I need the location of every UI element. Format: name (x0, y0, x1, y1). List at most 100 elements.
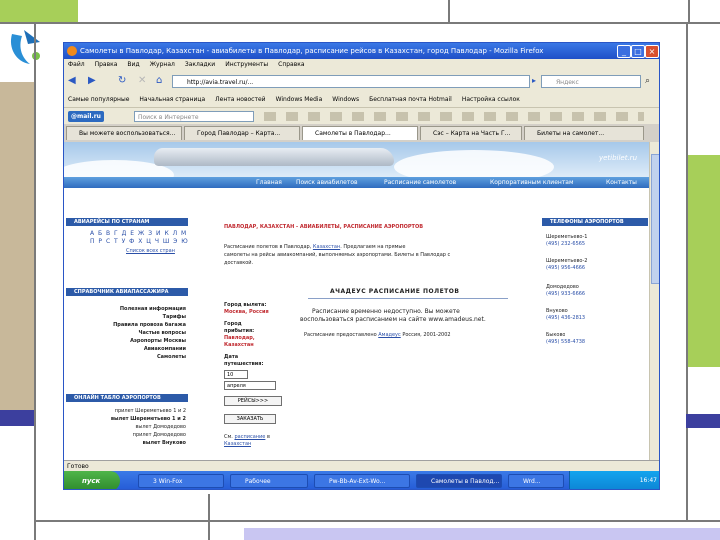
back-icon[interactable]: ◀ (68, 74, 76, 88)
section-airport-phones: ТЕЛЕФОНЫ АЭРОПОРТОВ (542, 218, 648, 226)
bookmark-news-feed[interactable]: Лента новостей (215, 96, 265, 103)
kazakhstan-link[interactable]: Казахстан (313, 244, 340, 250)
close-button[interactable]: × (645, 45, 659, 58)
start-button[interactable]: пуск (64, 471, 120, 489)
url-input[interactable]: http://avia.travel.ru/... (172, 75, 530, 88)
nav-schedule[interactable]: Расписание самолетов (384, 177, 456, 188)
note-text: См. (224, 434, 233, 440)
forward-icon[interactable]: ▶ (88, 74, 96, 88)
vertical-scrollbar[interactable] (649, 142, 659, 460)
tab-5[interactable]: Билеты на самолет... (524, 126, 644, 140)
bookmark-windows[interactable]: Windows (332, 96, 359, 103)
bookmarks-toolbar: Самые популярные Начальная страница Лента … (64, 93, 659, 107)
mailru-search-input[interactable]: Поиск в Интернете (134, 111, 254, 122)
slide-right-vline (686, 22, 688, 522)
guide-link[interactable]: Аэропорты Москвы (66, 338, 186, 345)
bookmark-windows-media[interactable]: Windows Media (276, 96, 323, 103)
tablo-link[interactable]: прилет Домодедово (66, 432, 186, 439)
tab-4[interactable]: Сэс – Карта на Часть Г... (420, 126, 522, 140)
taskbar-item[interactable]: Wrd... (508, 474, 564, 488)
to-value[interactable]: Павлодар, (224, 335, 255, 342)
guide-link[interactable]: Частые вопросы (66, 330, 186, 337)
menu-view[interactable]: Вид (127, 61, 139, 68)
menu-history[interactable]: Журнал (150, 61, 175, 68)
go-icon[interactable]: ▸ (532, 74, 536, 88)
note-text: в (266, 434, 270, 440)
taskbar-item[interactable]: 3 Win-Fox (138, 474, 224, 488)
menu-file[interactable]: Файл (68, 61, 85, 68)
menu-edit[interactable]: Правка (95, 61, 118, 68)
guide-link[interactable]: Правила провоза багажа (66, 322, 186, 329)
maximize-button[interactable]: □ (631, 45, 645, 58)
search-input[interactable]: Яндекс (541, 75, 641, 88)
airport-phone: (495) 436-2813 (546, 315, 586, 321)
tab-3-active[interactable]: Самолеты в Павлодар... (302, 126, 418, 140)
slide-bottom-line (36, 520, 720, 522)
guide-link[interactable]: Полезная информация (66, 306, 186, 313)
bookmark-customize-links[interactable]: Настройка ссылок (462, 96, 520, 103)
menu-bookmarks[interactable]: Закладки (185, 61, 215, 68)
taskbar-item-active[interactable]: Самолеты в Павлод... (416, 474, 502, 488)
minimize-button[interactable]: _ (617, 45, 631, 58)
tablo-link[interactable]: вылет Шереметьево 1 и 2 (66, 416, 186, 423)
schedule-message: воспользоваться расписанием на сайте www… (300, 316, 486, 323)
schedule-link[interactable]: расписание (234, 434, 265, 440)
slide-top-vline-b (688, 0, 690, 24)
from-value[interactable]: Москва, Россия (224, 309, 269, 316)
slide-left-tan-block (0, 82, 34, 412)
menu-tools[interactable]: Инструменты (225, 61, 268, 68)
all-countries-link[interactable]: Список всех стран (126, 248, 175, 255)
schedule-message: Расписание временно недоступно. Вы может… (312, 308, 460, 315)
taskbar-item[interactable]: Рабочее (230, 474, 308, 488)
scrollbar-thumb[interactable] (651, 154, 659, 284)
search-flights-button[interactable]: РЕЙСЫ>>> (224, 396, 282, 406)
intro-line-1: Расписание полетов в Павлодар, Казахстан… (224, 244, 518, 251)
airport-phone: (495) 956-4666 (546, 265, 586, 271)
stop-icon[interactable]: ✕ (138, 74, 146, 88)
day-select[interactable]: 10 (224, 370, 248, 379)
to-label: Город (224, 321, 242, 327)
slide-bottom-vline (208, 494, 210, 540)
nav-ticket-search[interactable]: Поиск авиабилетов (296, 177, 358, 188)
nav-corporate[interactable]: Корпоративным клиентам (490, 177, 574, 188)
bookmark-start-page[interactable]: Начальная страница (139, 96, 205, 103)
tablo-link[interactable]: прилет Шереметьево 1 и 2 (66, 408, 186, 415)
home-icon[interactable]: ⌂ (156, 74, 162, 88)
reload-icon[interactable]: ↻ (118, 74, 126, 88)
tablo-link[interactable]: вылет Внуково (66, 440, 186, 447)
nav-home[interactable]: Главная (256, 177, 282, 188)
tablo-link[interactable]: вылет Домодедово (66, 424, 186, 431)
amadeus-link[interactable]: Амадеус (378, 332, 401, 338)
airport-name: Шереметьево-1 (546, 234, 588, 240)
menu-help[interactable]: Справка (278, 61, 304, 68)
tab-strip: Вы можете воспользоваться... Город Павло… (64, 124, 659, 142)
bookmark-most-visited[interactable]: Самые популярные (68, 96, 129, 103)
section-countries: АВИАРЕЙСЫ ПО СТРАНАМ (66, 218, 188, 226)
guide-link[interactable]: Самолеты (66, 354, 186, 361)
taskbar-item[interactable]: Pw-Bb-Av-Ext-Wo... (314, 474, 410, 488)
order-button[interactable]: ЗАКАЗАТЬ (224, 414, 276, 424)
airport-name: Шереметьево-2 (546, 258, 588, 264)
airport-name: Быково (546, 332, 566, 338)
page-content: АВИАРЕЙСЫ ПО СТРАНАМ А Б В Г Д Е Ж З И К… (64, 188, 649, 460)
footer-text: Россия, 2001-2002 (402, 332, 451, 338)
mailru-logo[interactable]: @mail.ru (68, 111, 104, 122)
alphabet-row-2[interactable]: П Р С Т У Ф Х Ц Ч Ш Э Ю Я (90, 238, 188, 245)
bookmark-hotmail[interactable]: Бесплатная почта Hotmail (369, 96, 452, 103)
tab-2[interactable]: Город Павлодар – Карта... (184, 126, 300, 140)
schedule-footer: Расписание предоставлено Амадеус Россия,… (304, 332, 514, 339)
site-domain: yetibilet.ru (598, 154, 637, 162)
slide-green-block (0, 0, 78, 24)
slide-logo-icon (6, 26, 46, 68)
nav-contacts[interactable]: Контакты (606, 177, 637, 188)
alphabet-row-1[interactable]: А Б В Г Д Е Ж З И К Л М Н О (90, 230, 188, 237)
search-icon[interactable]: ⌕ (645, 74, 650, 88)
month-select[interactable]: апреля (224, 381, 276, 390)
to-value[interactable]: Казахстан (224, 342, 254, 349)
airport-phone: (495) 232-6565 (546, 241, 586, 247)
kazakhstan-note-link[interactable]: Казахстан (224, 441, 251, 448)
tab-1[interactable]: Вы можете воспользоваться... (66, 126, 182, 140)
from-label: Город вылета: (224, 302, 267, 308)
guide-link[interactable]: Тарифы (66, 314, 186, 321)
guide-link[interactable]: Авиакомпании (66, 346, 186, 353)
